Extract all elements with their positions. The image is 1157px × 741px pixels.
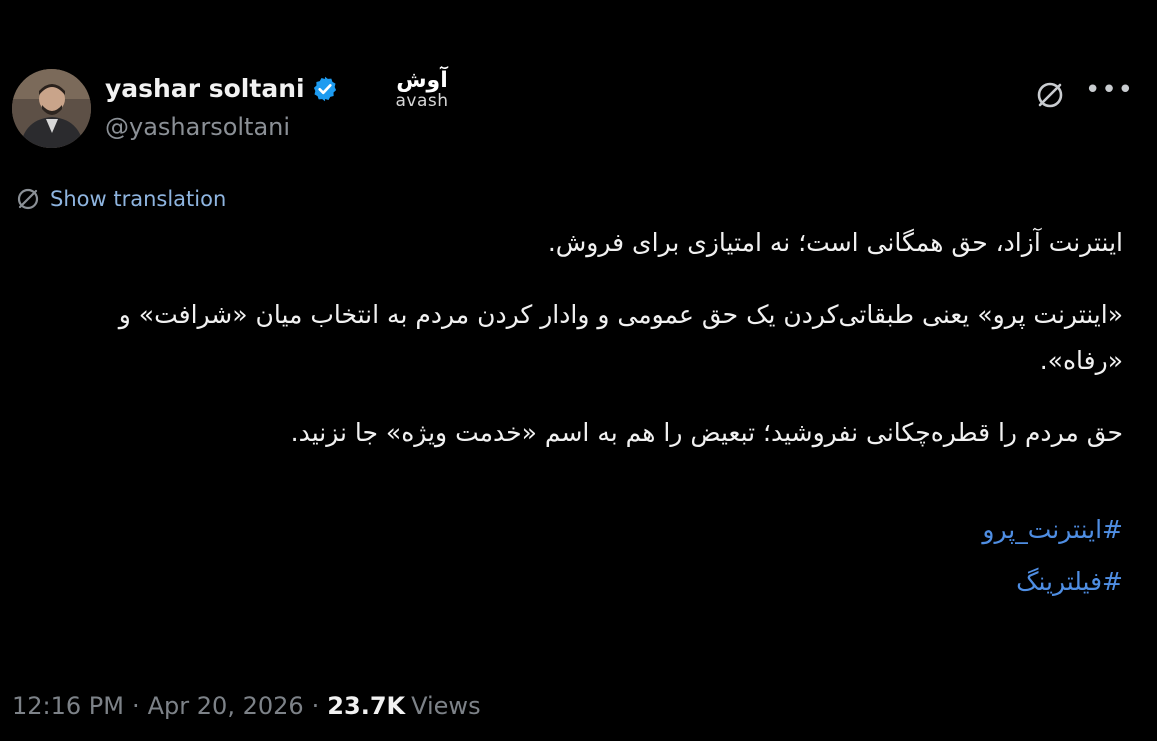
post-paragraph: «اینترنت پرو» یعنی طبقاتی‌کردن یک حق عمو… [118,300,1123,375]
show-translation-label[interactable]: Show translation [50,187,226,211]
avatar-image [12,69,91,148]
translate-icon [17,188,39,210]
more-icon[interactable]: ••• [1085,77,1133,103]
meta-separator: · [311,692,320,720]
views-count: 23.7K [327,692,406,720]
watermark-fa: آوش [396,68,448,93]
views-label: Views [411,692,481,720]
watermark-logo: آوش avash [390,69,454,110]
watermark-en: avash [395,91,449,111]
post-meta: 12:16 PM · Apr 20, 2026 · 23.7K Views [12,692,481,720]
hashtag-link[interactable]: #فیلترینگ [43,556,1123,608]
post-date[interactable]: Apr 20, 2026 [148,692,304,720]
avatar[interactable] [12,69,91,148]
hashtag-link[interactable]: #اینترنت_پرو [43,504,1123,556]
post-body: اینترنت آزاد، حق همگانی است؛ نه امتیازی … [43,220,1123,608]
post-time[interactable]: 12:16 PM [12,692,124,720]
post-paragraph: حق مردم را قطره‌چکانی نفروشید؛ تبعیض را … [290,418,1123,447]
author-name[interactable]: yashar soltani [105,74,305,103]
author-name-row[interactable]: yashar soltani [105,74,339,103]
verified-badge-icon [313,76,336,101]
show-translation-link[interactable]: Show translation [14,185,226,213]
post-paragraph: اینترنت آزاد، حق همگانی است؛ نه امتیازی … [547,228,1123,257]
meta-separator: · [131,692,140,720]
author-handle[interactable]: @yasharsoltani [105,113,290,141]
grok-icon[interactable] [1033,78,1067,112]
